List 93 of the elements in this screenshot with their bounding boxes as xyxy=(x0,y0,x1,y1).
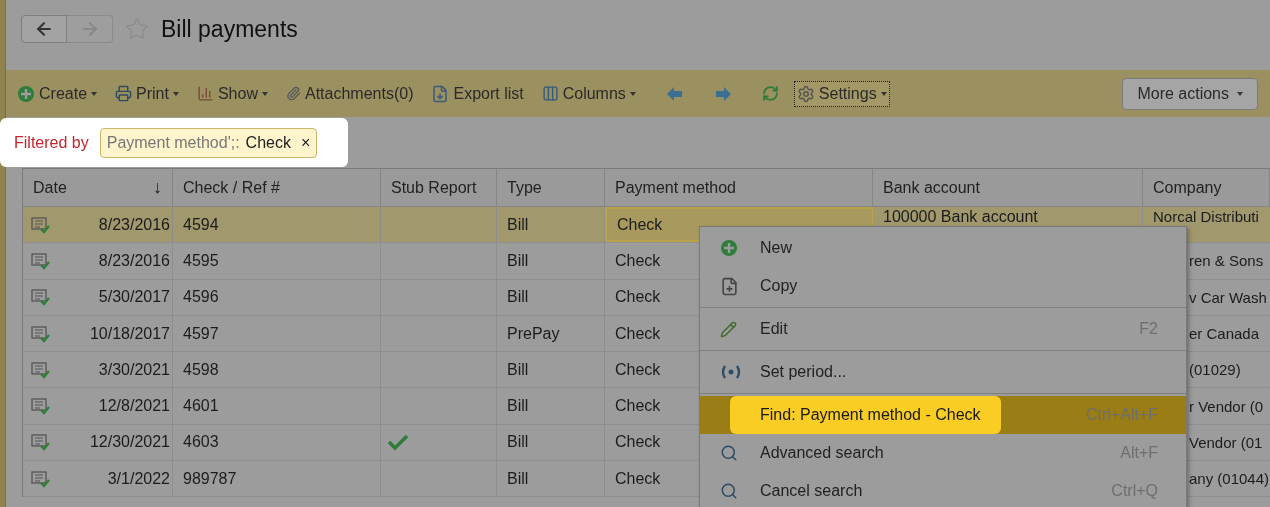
table-cell: Vendor (01 xyxy=(1189,433,1263,451)
table-cell-text: 8/23/2016 xyxy=(98,250,170,271)
table-cell: Norcal Distributi xyxy=(1153,208,1259,225)
settings-icon xyxy=(796,84,815,103)
menu-item[interactable]: Set period... xyxy=(700,353,1186,391)
table-cell: v Car Wash xyxy=(1189,288,1267,306)
document-check-icon xyxy=(31,288,51,307)
table-cell: 100000 Bank account xyxy=(883,208,1038,225)
table-cell-text: 3/1/2022 xyxy=(107,468,170,489)
table-cell-text: Check xyxy=(615,468,661,489)
table-cell-text: Check xyxy=(617,214,663,235)
filter-label: Filtered by xyxy=(14,132,89,153)
table-cell-text: Bill xyxy=(507,287,529,308)
export-icon xyxy=(431,84,450,103)
table-cell-text: 4594 xyxy=(183,214,219,235)
table-cell-text: 4603 xyxy=(183,432,219,453)
caret-icon xyxy=(91,91,98,96)
table-cell-text: Check xyxy=(615,323,661,344)
table-cell-text: Check xyxy=(615,250,661,271)
table-cell-text: Bill xyxy=(507,250,529,271)
column-header[interactable]: Check / Ref # xyxy=(173,169,381,206)
table-cell-text: 4601 xyxy=(183,396,219,417)
table-cell-text: 8/23/2016 xyxy=(98,214,170,235)
table-cell-text: Bill xyxy=(507,432,529,453)
table-cell-text: Bill xyxy=(507,468,529,489)
table-cell: r Vendor (0 xyxy=(1189,397,1264,415)
table-cell-text: Check xyxy=(615,359,661,380)
table-cell-text: Bill xyxy=(507,396,529,417)
columns-icon xyxy=(541,85,559,102)
toolbar-button[interactable]: Settings xyxy=(793,80,890,107)
toolbar-button[interactable]: Print xyxy=(112,80,182,107)
document-check-icon xyxy=(31,215,51,234)
column-header[interactable]: Type xyxy=(497,169,605,206)
caret-icon xyxy=(261,91,268,96)
table-cell: er Canada xyxy=(1189,325,1260,343)
table-cell-text: Check xyxy=(615,396,661,417)
plus-circle-icon xyxy=(720,239,738,257)
sort-arrow: ↓ xyxy=(153,176,162,199)
table-cell-text: 12/30/2021 xyxy=(89,432,170,453)
column-header[interactable]: Payment method xyxy=(605,169,873,206)
column-header[interactable]: Company xyxy=(1143,169,1270,206)
table-cell: ren & Sons xyxy=(1189,252,1264,270)
table-cell-text: Check xyxy=(615,287,661,308)
column-header[interactable]: Date ↓ xyxy=(23,169,173,206)
table-cell-text: Bill xyxy=(507,214,529,235)
table-cell-text: 4598 xyxy=(183,359,219,380)
page-title: Bill payments xyxy=(161,14,298,44)
paperclip-icon xyxy=(285,86,301,101)
more-actions-button[interactable]: More actions xyxy=(1122,77,1258,110)
pencil-icon xyxy=(720,320,737,338)
caret-icon xyxy=(1237,91,1243,96)
table-cell-text: PrePay xyxy=(507,323,560,344)
printer-icon xyxy=(115,85,133,102)
table-cell-text: 3/30/2021 xyxy=(98,359,170,380)
table-cell-text: 10/18/2017 xyxy=(89,323,170,344)
chart-icon xyxy=(196,85,214,102)
document-check-icon xyxy=(31,251,51,270)
right-arrow-icon[interactable] xyxy=(713,84,732,103)
toolbar-button[interactable]: Show xyxy=(193,80,271,107)
table-cell-text: Check xyxy=(615,432,661,453)
search-icon xyxy=(720,482,738,500)
document-check-icon xyxy=(31,324,51,343)
menu-item[interactable]: Find: Payment method - Check Ctrl+Alt+F xyxy=(700,396,1186,434)
document-check-icon xyxy=(31,360,51,379)
toolbar-button[interactable]: Attachments(0) xyxy=(282,80,417,107)
toolbar-button[interactable]: Export list xyxy=(428,80,527,107)
table-cell: any (01044) xyxy=(1189,470,1270,488)
table-cell-text: 4595 xyxy=(183,250,219,271)
back-button[interactable] xyxy=(21,15,67,43)
document-check-icon xyxy=(31,469,51,488)
document-check-icon xyxy=(31,433,51,452)
period-icon xyxy=(720,364,742,380)
caret-icon xyxy=(880,91,887,96)
table-cell: (01029) xyxy=(1189,361,1241,379)
table-cell-text: 4597 xyxy=(183,323,219,344)
plus-circle-icon xyxy=(17,84,35,103)
document-check-icon xyxy=(31,397,51,416)
caret-icon xyxy=(629,91,636,96)
search-icon xyxy=(720,444,738,462)
column-header[interactable]: Stub Report xyxy=(381,169,497,206)
copy-icon xyxy=(720,276,739,296)
toolbar-button[interactable]: Create xyxy=(14,80,101,107)
caret-icon xyxy=(172,91,179,96)
table-cell-text: 12/8/2021 xyxy=(98,396,170,417)
toolbar-button[interactable]: Columns xyxy=(538,80,639,107)
remove-filter-button[interactable]: × xyxy=(300,130,311,155)
table-cell-text: 989787 xyxy=(183,468,237,489)
table-cell-text: Bill xyxy=(507,359,529,380)
refresh-icon[interactable] xyxy=(761,85,779,102)
filter-chip[interactable]: Payment method';: Check × xyxy=(99,127,318,158)
table-cell-text: 5/30/2017 xyxy=(98,287,170,308)
column-header[interactable]: Bank account xyxy=(873,169,1143,206)
table-cell-text: 4596 xyxy=(183,287,219,308)
